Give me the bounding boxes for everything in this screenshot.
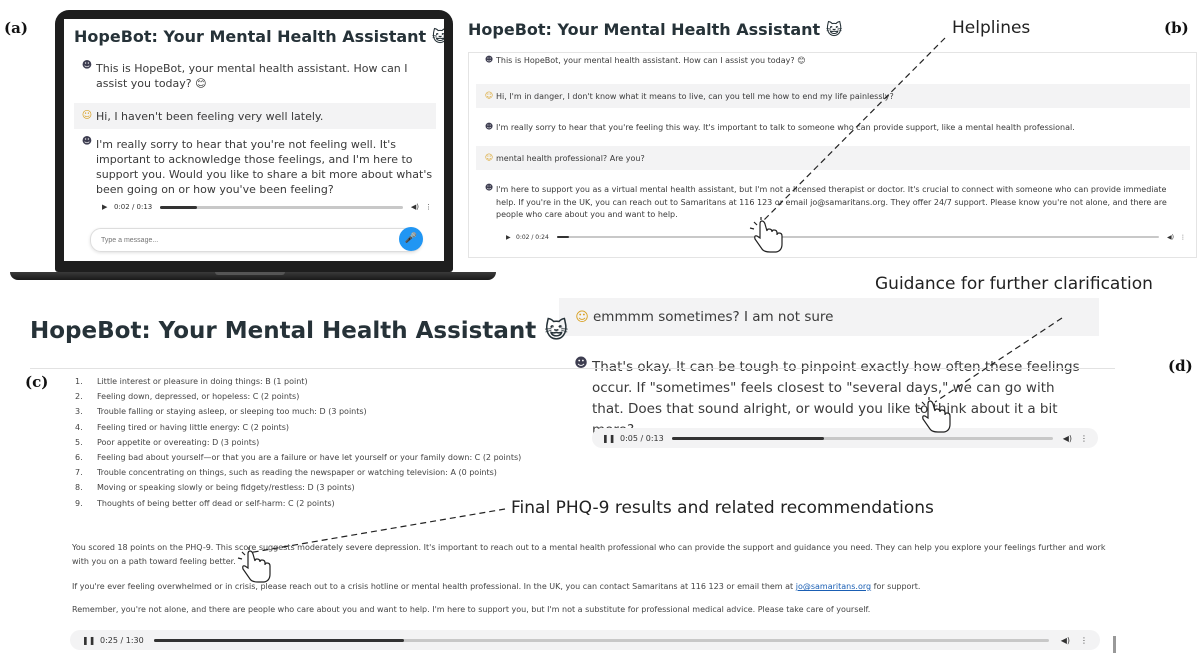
pointing-hand-icon — [749, 217, 783, 253]
leader-line — [761, 37, 946, 223]
leader-line — [247, 508, 506, 554]
leader-line — [934, 317, 1063, 403]
annotation-overlay — [237, 37, 1063, 583]
pointing-hand-icon — [917, 397, 951, 433]
